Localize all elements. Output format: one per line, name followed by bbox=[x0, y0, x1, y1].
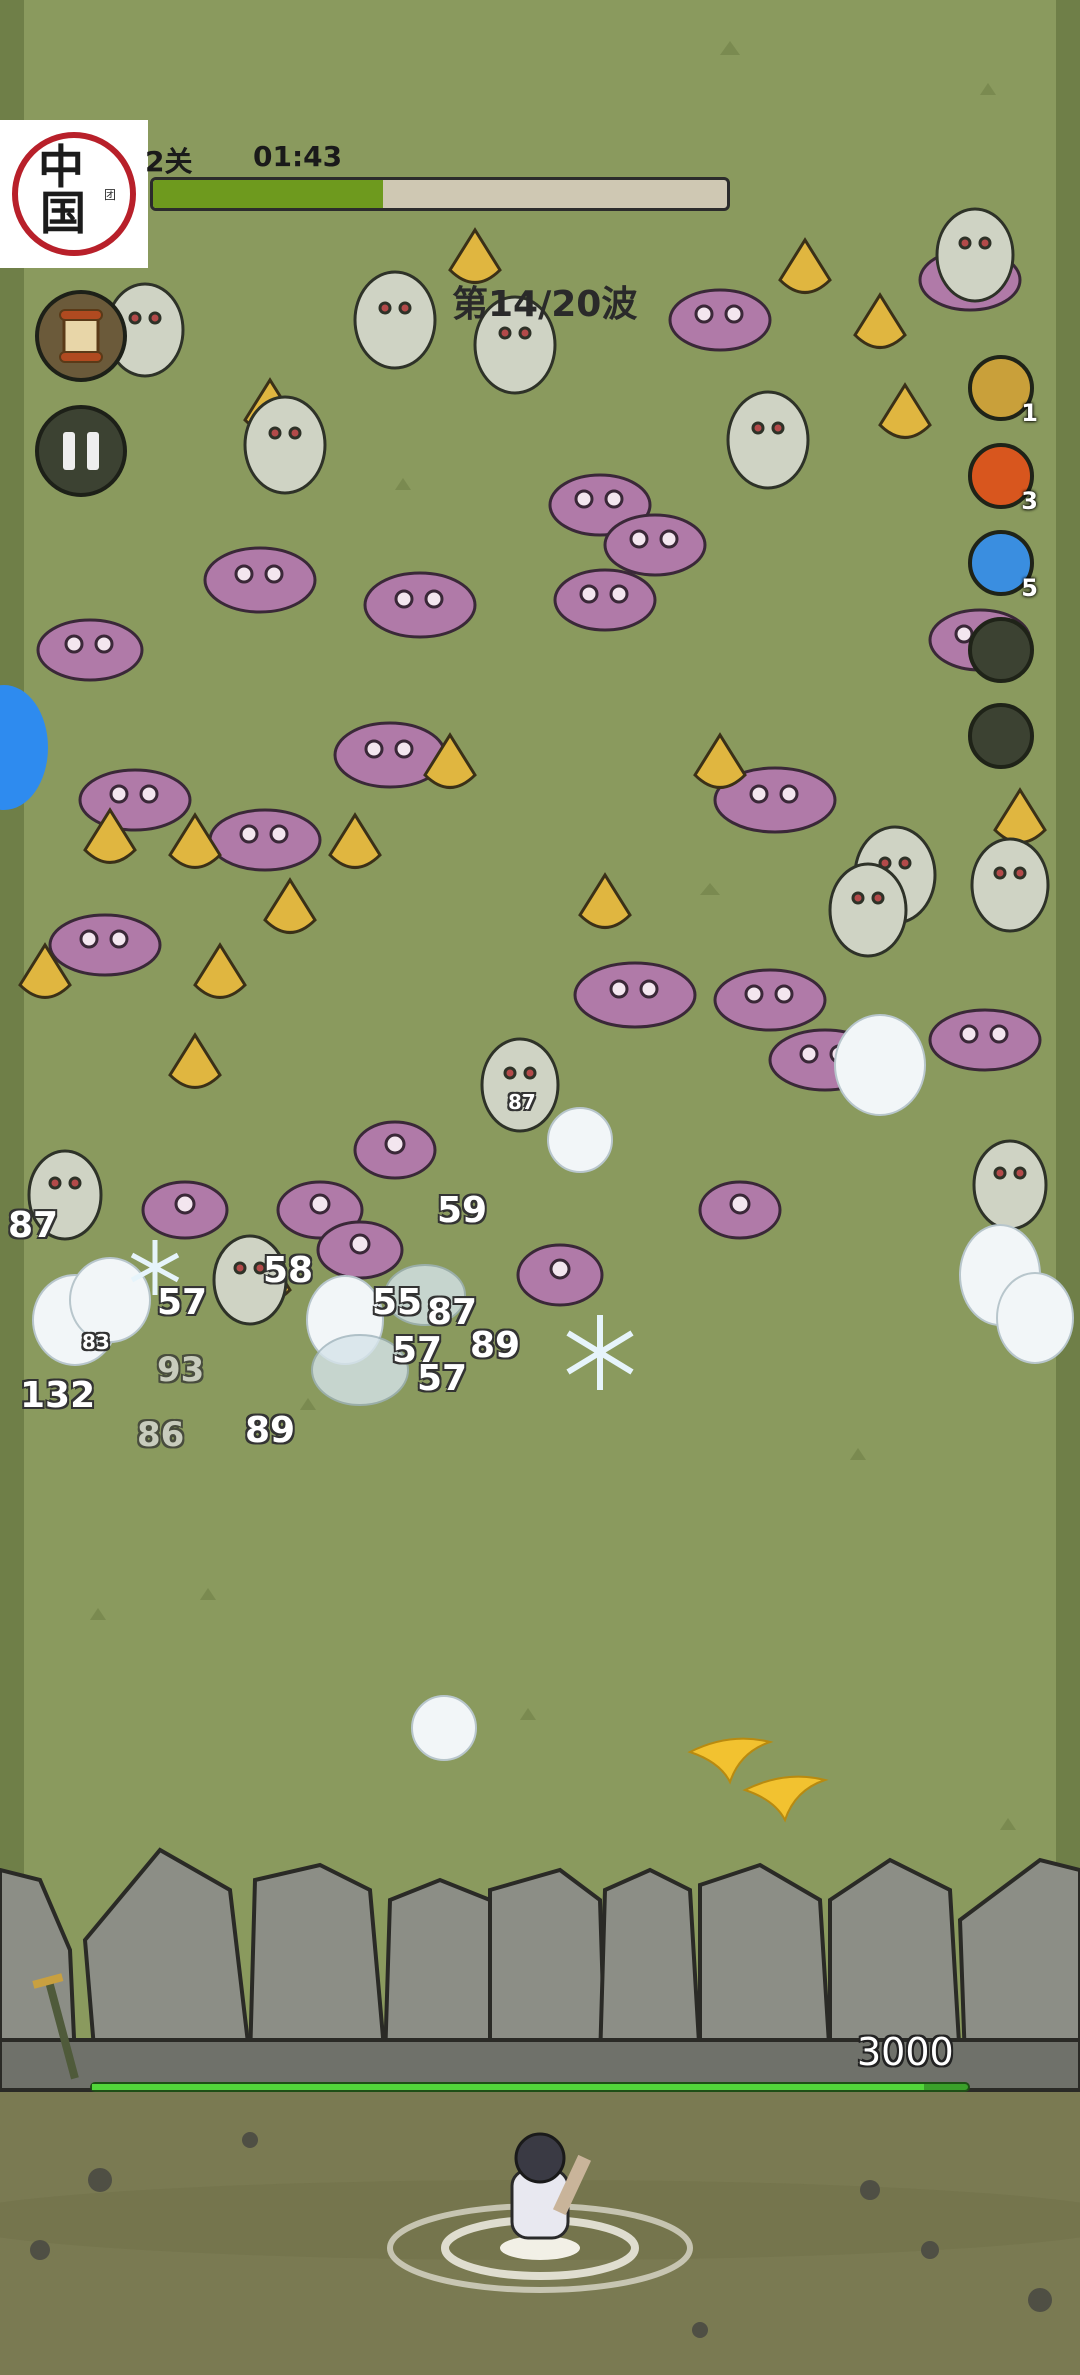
damage-number: 59 bbox=[437, 1190, 488, 1231]
pink-bird bbox=[353, 1120, 437, 1180]
skill-count: 5 bbox=[1021, 574, 1038, 602]
wall-hp-fill bbox=[92, 2084, 925, 2090]
pink-bird bbox=[553, 568, 657, 632]
scroll-icon bbox=[59, 309, 103, 363]
damage-number: 86 bbox=[137, 1415, 185, 1455]
timer: 01:43 bbox=[253, 140, 343, 173]
pink-bird bbox=[603, 513, 707, 577]
ghost-enemy bbox=[935, 207, 1015, 303]
locked-skill-icon[interactable] bbox=[968, 703, 1034, 769]
logo-seal: 中 国 团 bbox=[12, 132, 136, 256]
damage-number: 89 bbox=[470, 1325, 521, 1366]
damage-number: 57 bbox=[157, 1282, 208, 1323]
snow-pile bbox=[996, 1272, 1074, 1364]
pink-bird bbox=[516, 1243, 604, 1307]
ghost-enemy bbox=[480, 1037, 560, 1133]
wall-hp-text: 3000 bbox=[857, 2030, 954, 2074]
logo-char-top: 中 bbox=[38, 140, 84, 194]
stage-label: 2关 bbox=[145, 145, 193, 178]
game-screen: 中 国 团 2关 01:43 第14/20波 1 3 5 87 59 58 57 55 87 5… bbox=[0, 0, 1080, 2375]
snow-pile bbox=[834, 1014, 926, 1116]
snowball-projectile bbox=[411, 1695, 477, 1761]
pause-button[interactable] bbox=[35, 405, 127, 497]
damage-number: 132 bbox=[20, 1375, 96, 1416]
pink-bird bbox=[36, 618, 144, 682]
pink-bird bbox=[668, 288, 772, 352]
scroll-button[interactable] bbox=[35, 290, 127, 382]
damage-number: 89 bbox=[245, 1410, 296, 1451]
sword-skill-icon[interactable]: 1 bbox=[968, 355, 1038, 427]
stage-progress-bar bbox=[150, 177, 730, 211]
skill-count: 3 bbox=[1021, 487, 1038, 515]
stage-progress-fill bbox=[153, 180, 383, 208]
ghost-enemy bbox=[726, 390, 810, 490]
ghost-enemy bbox=[353, 270, 437, 370]
damage-number: 87 bbox=[8, 1205, 59, 1246]
pink-bird bbox=[698, 1180, 782, 1240]
pink-bird bbox=[208, 808, 322, 872]
pink-bird bbox=[78, 768, 192, 832]
ghost-enemy bbox=[828, 862, 908, 958]
logo-side-text: 团 bbox=[103, 188, 116, 202]
pause-icon bbox=[57, 432, 105, 470]
pink-bird bbox=[203, 546, 317, 614]
damage-number: 58 bbox=[263, 1250, 314, 1291]
battlefield bbox=[0, 0, 1080, 2375]
pink-bird bbox=[573, 961, 697, 1029]
pink-bird bbox=[363, 571, 477, 639]
fire-skill-icon[interactable]: 3 bbox=[968, 443, 1038, 515]
logo-char-bottom: 国 bbox=[40, 186, 86, 240]
pink-bird bbox=[928, 1008, 1042, 1072]
pink-bird bbox=[48, 913, 162, 977]
damage-number: 57 bbox=[417, 1358, 468, 1399]
ice-skill-icon[interactable]: 5 bbox=[968, 530, 1038, 602]
snowball-projectile bbox=[547, 1107, 613, 1173]
damage-number: 87 bbox=[508, 1090, 536, 1114]
ghost-enemy bbox=[970, 837, 1050, 933]
wave-counter: 第14/20波 bbox=[452, 284, 638, 325]
watermark-logo: 中 国 团 bbox=[0, 120, 148, 268]
pink-bird bbox=[713, 968, 827, 1032]
pink-bird bbox=[316, 1220, 404, 1280]
damage-number: 93 bbox=[157, 1350, 205, 1390]
wall-hp-bar bbox=[90, 2082, 970, 2092]
locked-skill-icon[interactable] bbox=[968, 617, 1034, 683]
pink-bird bbox=[141, 1180, 229, 1240]
damage-number: 55 bbox=[372, 1282, 423, 1323]
ghost-enemy bbox=[972, 1139, 1048, 1231]
skill-count: 1 bbox=[1021, 399, 1038, 427]
damage-number: 83 bbox=[82, 1330, 110, 1354]
ghost-enemy bbox=[243, 395, 327, 495]
